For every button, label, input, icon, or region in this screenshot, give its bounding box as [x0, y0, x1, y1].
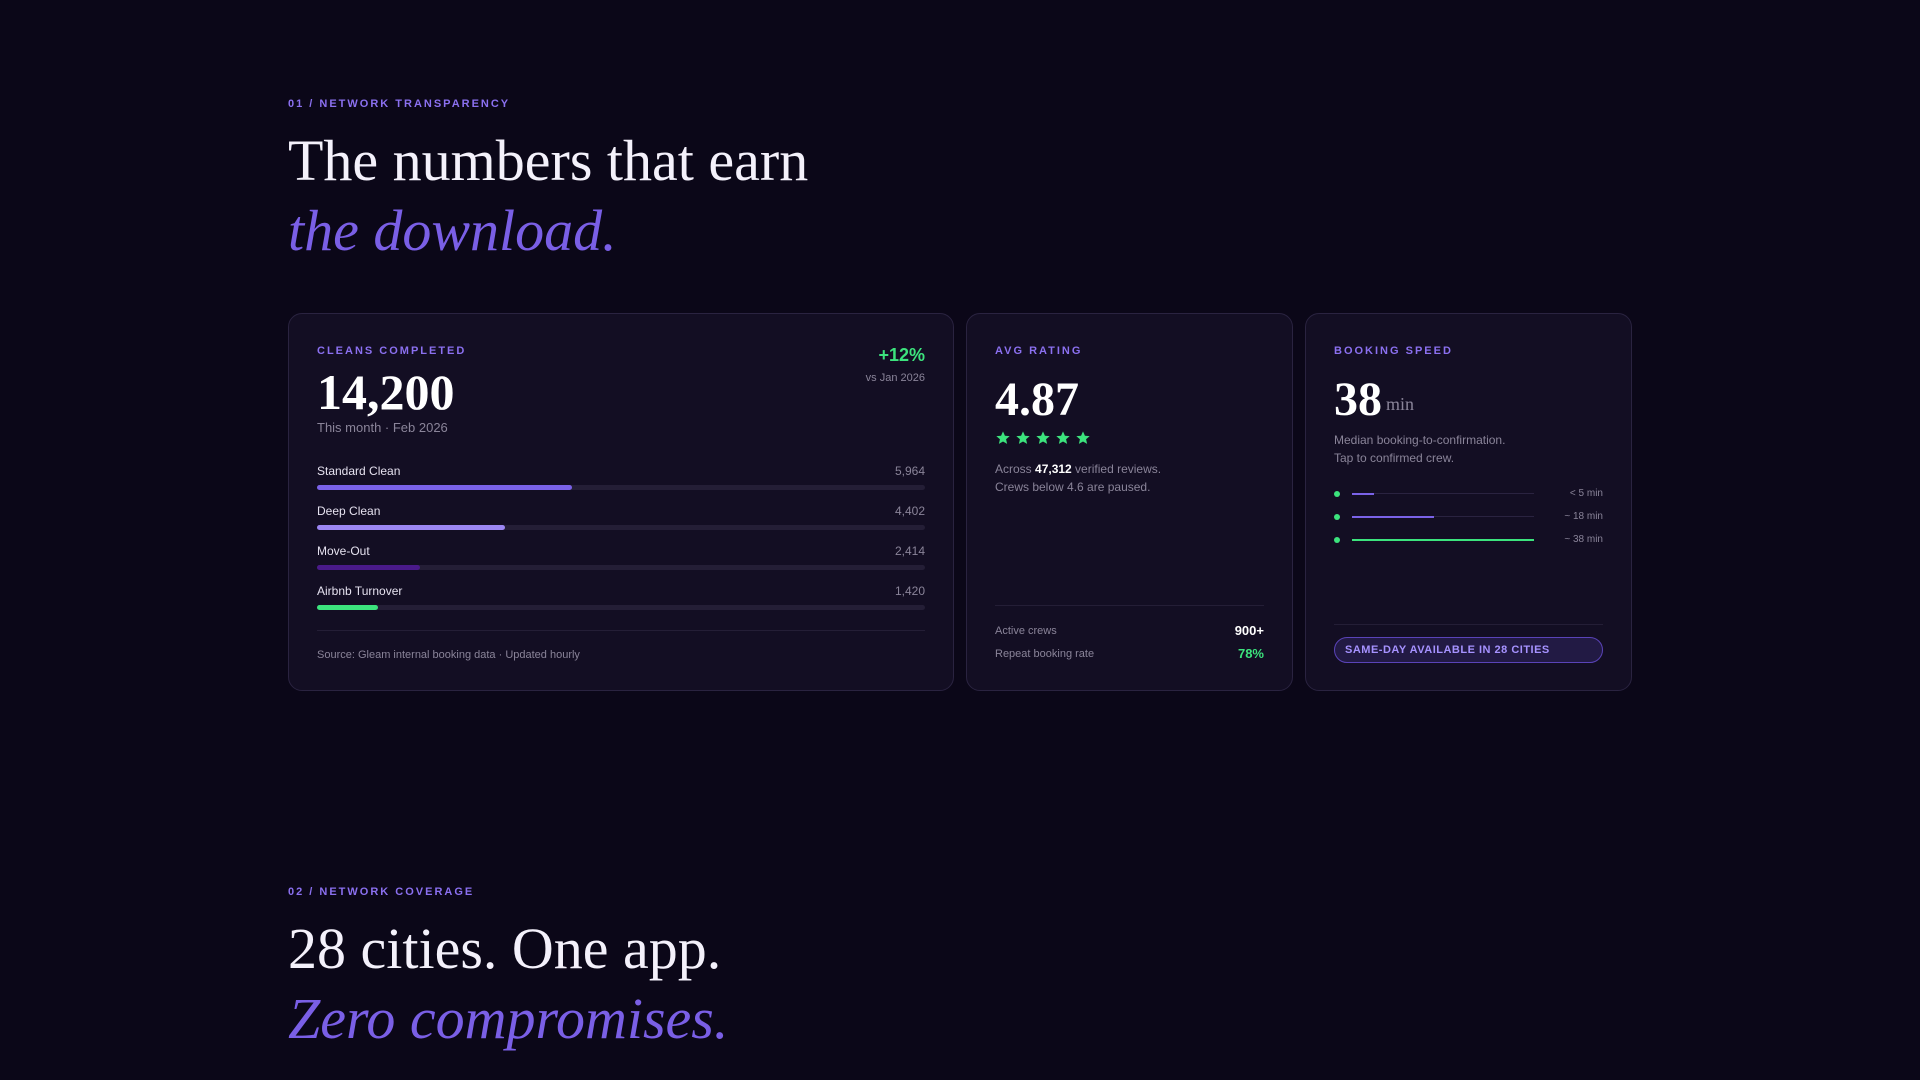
rating-value: 4.87	[995, 373, 1079, 426]
bar-fill	[317, 565, 421, 570]
speed-row: < 5 min	[1334, 488, 1603, 502]
booking-speed-card: BOOKING SPEED 38 min Median booking-to-c…	[1305, 313, 1632, 691]
speed-label: < 5 min	[1569, 488, 1603, 499]
speed-fill	[1352, 492, 1374, 495]
dot-icon	[1334, 537, 1340, 543]
bar-fill	[317, 605, 378, 610]
divider	[995, 605, 1264, 606]
stat-row-repeat-booking: Repeat booking rate 78%	[995, 646, 1264, 664]
speed-unit: min	[1386, 394, 1415, 414]
star-rating	[995, 430, 1091, 446]
bar-track	[317, 605, 925, 610]
card-label: BOOKING SPEED	[1334, 345, 1453, 357]
speed-description: Median booking-to-confirmation. Tap to c…	[1334, 431, 1505, 467]
star-icon	[1016, 431, 1030, 444]
stat-label: Repeat booking rate	[995, 648, 1095, 660]
service-name: Deep Clean	[317, 504, 381, 518]
speed-fill	[1352, 515, 1434, 518]
speed-row: ~ 38 min	[1334, 534, 1603, 548]
star-icon	[1076, 431, 1090, 444]
dot-icon	[1334, 491, 1340, 497]
dot-icon	[1334, 514, 1340, 520]
service-name: Move-Out	[317, 544, 370, 558]
reviews-suffix: verified reviews.	[1071, 462, 1162, 476]
speed-fill	[1352, 538, 1534, 541]
bar-fill	[317, 525, 506, 530]
bar-fill	[317, 485, 573, 490]
headline-line-2: the download.	[288, 198, 617, 263]
speed-track	[1352, 492, 1534, 495]
speed-desc-line-2: Tap to confirmed crew.	[1334, 451, 1455, 465]
headline-line-1: The numbers that earn	[288, 128, 809, 193]
stat-label: Active crews	[995, 625, 1057, 637]
source-note: Source: Gleam internal booking data · Up…	[317, 649, 580, 661]
speed-label: ~ 38 min	[1564, 534, 1603, 545]
headline-line-1: 28 cities. One app.	[288, 916, 722, 981]
service-bar-row: Airbnb Turnover 1,420	[317, 584, 925, 614]
service-count: 1,420	[894, 584, 925, 598]
star-icon	[1056, 431, 1070, 444]
star-icon	[1036, 431, 1050, 444]
reviews-count: 47,312	[1035, 462, 1072, 476]
service-count: 4,402	[894, 504, 925, 518]
divider	[1334, 624, 1603, 625]
star-icon	[996, 431, 1010, 444]
speed-value: 38	[1334, 373, 1382, 426]
service-count: 2,414	[894, 544, 925, 558]
speed-track	[1352, 515, 1534, 518]
section-headline: The numbers that earn the download.	[288, 126, 808, 266]
section-eyebrow: 02 / NETWORK COVERAGE	[288, 886, 475, 898]
card-label: CLEANS COMPLETED	[317, 345, 467, 357]
service-name: Standard Clean	[317, 464, 401, 478]
cleans-completed-card: CLEANS COMPLETED 14,200 This month · Feb…	[288, 313, 954, 691]
section-headline: 28 cities. One app. Zero compromises.	[288, 914, 728, 1054]
delta-badge: +12%	[878, 345, 925, 365]
service-name: Airbnb Turnover	[317, 584, 403, 598]
stat-row-active-crews: Active crews 900+	[995, 623, 1264, 641]
paused-note: Crews below 4.6 are paused.	[995, 480, 1151, 494]
avg-rating-card: AVG RATING 4.87 Across 47,312 verified r…	[966, 313, 1293, 691]
headline-line-2: Zero compromises.	[288, 986, 729, 1051]
rating-description: Across 47,312 verified reviews. Crews be…	[995, 460, 1161, 496]
same-day-badge: SAME-DAY AVAILABLE IN 28 CITIES	[1334, 637, 1603, 663]
bar-track	[317, 525, 925, 530]
service-bar-row: Move-Out 2,414	[317, 544, 925, 574]
service-bar-row: Deep Clean 4,402	[317, 504, 925, 534]
bar-track	[317, 485, 925, 490]
reviews-prefix: Across	[995, 462, 1036, 476]
cleans-period: This month · Feb 2026	[317, 420, 448, 435]
speed-track	[1352, 538, 1534, 541]
divider	[317, 630, 925, 631]
service-count: 5,964	[894, 464, 925, 478]
cleans-count: 14,200	[317, 364, 455, 420]
speed-desc-line-1: Median booking-to-confirmation.	[1334, 433, 1506, 447]
bar-track	[317, 565, 925, 570]
delta-reference: vs Jan 2026	[865, 372, 925, 384]
speed-row: ~ 18 min	[1334, 511, 1603, 525]
section-eyebrow: 01 / NETWORK TRANSPARENCY	[288, 98, 511, 110]
stat-value: 900+	[1234, 623, 1264, 638]
card-label: AVG RATING	[995, 345, 1083, 357]
speed-label: ~ 18 min	[1564, 511, 1603, 522]
service-bar-row: Standard Clean 5,964	[317, 464, 925, 494]
stat-value: 78%	[1237, 646, 1264, 661]
